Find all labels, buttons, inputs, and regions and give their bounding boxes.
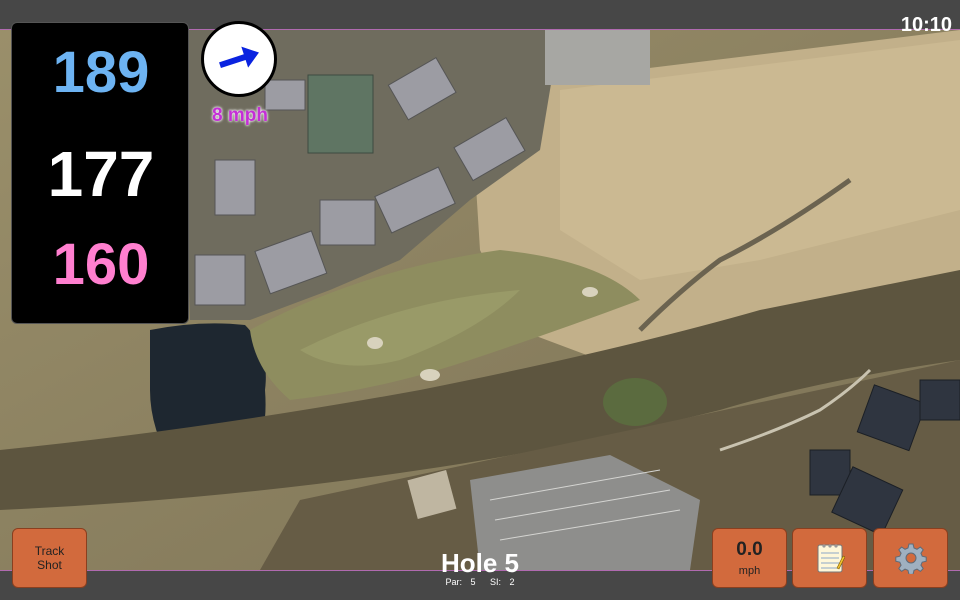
par-text: Par: 5 (442, 577, 478, 587)
hole-title: Hole 5 (440, 548, 520, 578)
hole-details: Par: 5 SI: 2 (380, 577, 580, 587)
notes-button[interactable] (792, 528, 867, 588)
distance-panel: 189 177 160 (11, 22, 189, 324)
front-distance: 160 (52, 232, 150, 297)
speed-button[interactable]: 0.0 mph (712, 528, 787, 588)
par-value: 5 (470, 577, 476, 587)
speed-value: 0.0 (736, 539, 763, 560)
si-label: SI: (490, 577, 502, 587)
wind-speed-label: 8 mph (212, 105, 268, 126)
track-shot-button[interactable]: Track Shot (12, 528, 87, 588)
wind-arrow-icon (219, 46, 259, 69)
wind-direction-dial (201, 21, 277, 97)
settings-button[interactable] (873, 528, 948, 588)
middle-distance: 177 (47, 138, 155, 210)
gear-icon (894, 543, 927, 574)
si-text: SI: 2 (487, 577, 518, 587)
golf-gps-screen: 10:10 189 177 160 8 mph Track Shot Hole … (0, 0, 960, 600)
clock-time: 10:10 (900, 14, 952, 36)
back-distance: 189 (52, 40, 150, 105)
track-shot-label: Track Shot (34, 544, 65, 572)
speed-unit: mph (738, 565, 761, 577)
notepad-icon (817, 544, 845, 573)
si-value: 2 (509, 577, 515, 587)
par-label: Par: (445, 577, 462, 587)
